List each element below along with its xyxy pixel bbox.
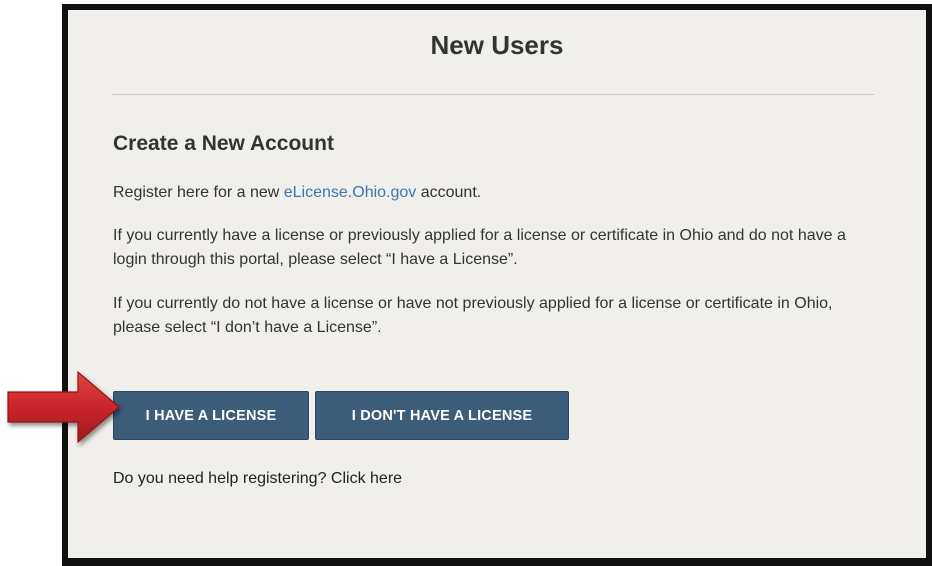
elicense-link[interactable]: eLicense.Ohio.gov xyxy=(284,184,417,201)
have-license-button[interactable]: I HAVE A LICENSE xyxy=(113,391,309,440)
section-heading: Create a New Account xyxy=(113,132,334,155)
register-suffix: account. xyxy=(416,184,482,201)
register-text: Register here for a new eLicense.Ohio.go… xyxy=(113,181,873,205)
help-registering-link[interactable]: Do you need help registering? Click here xyxy=(113,470,402,488)
no-license-instructions: If you currently do not have a license o… xyxy=(113,295,833,336)
new-users-panel: New Users Create a New Account Register … xyxy=(62,4,932,566)
screenshot-stage: New Users Create a New Account Register … xyxy=(0,0,932,566)
have-license-instructions: If you currently have a license or previ… xyxy=(113,227,846,268)
title-divider xyxy=(112,94,874,95)
panel-title: New Users xyxy=(430,30,564,60)
red-arrow-icon xyxy=(7,370,120,444)
no-license-button[interactable]: I DON'T HAVE A LICENSE xyxy=(315,391,569,440)
register-prefix: Register here for a new xyxy=(113,184,284,201)
